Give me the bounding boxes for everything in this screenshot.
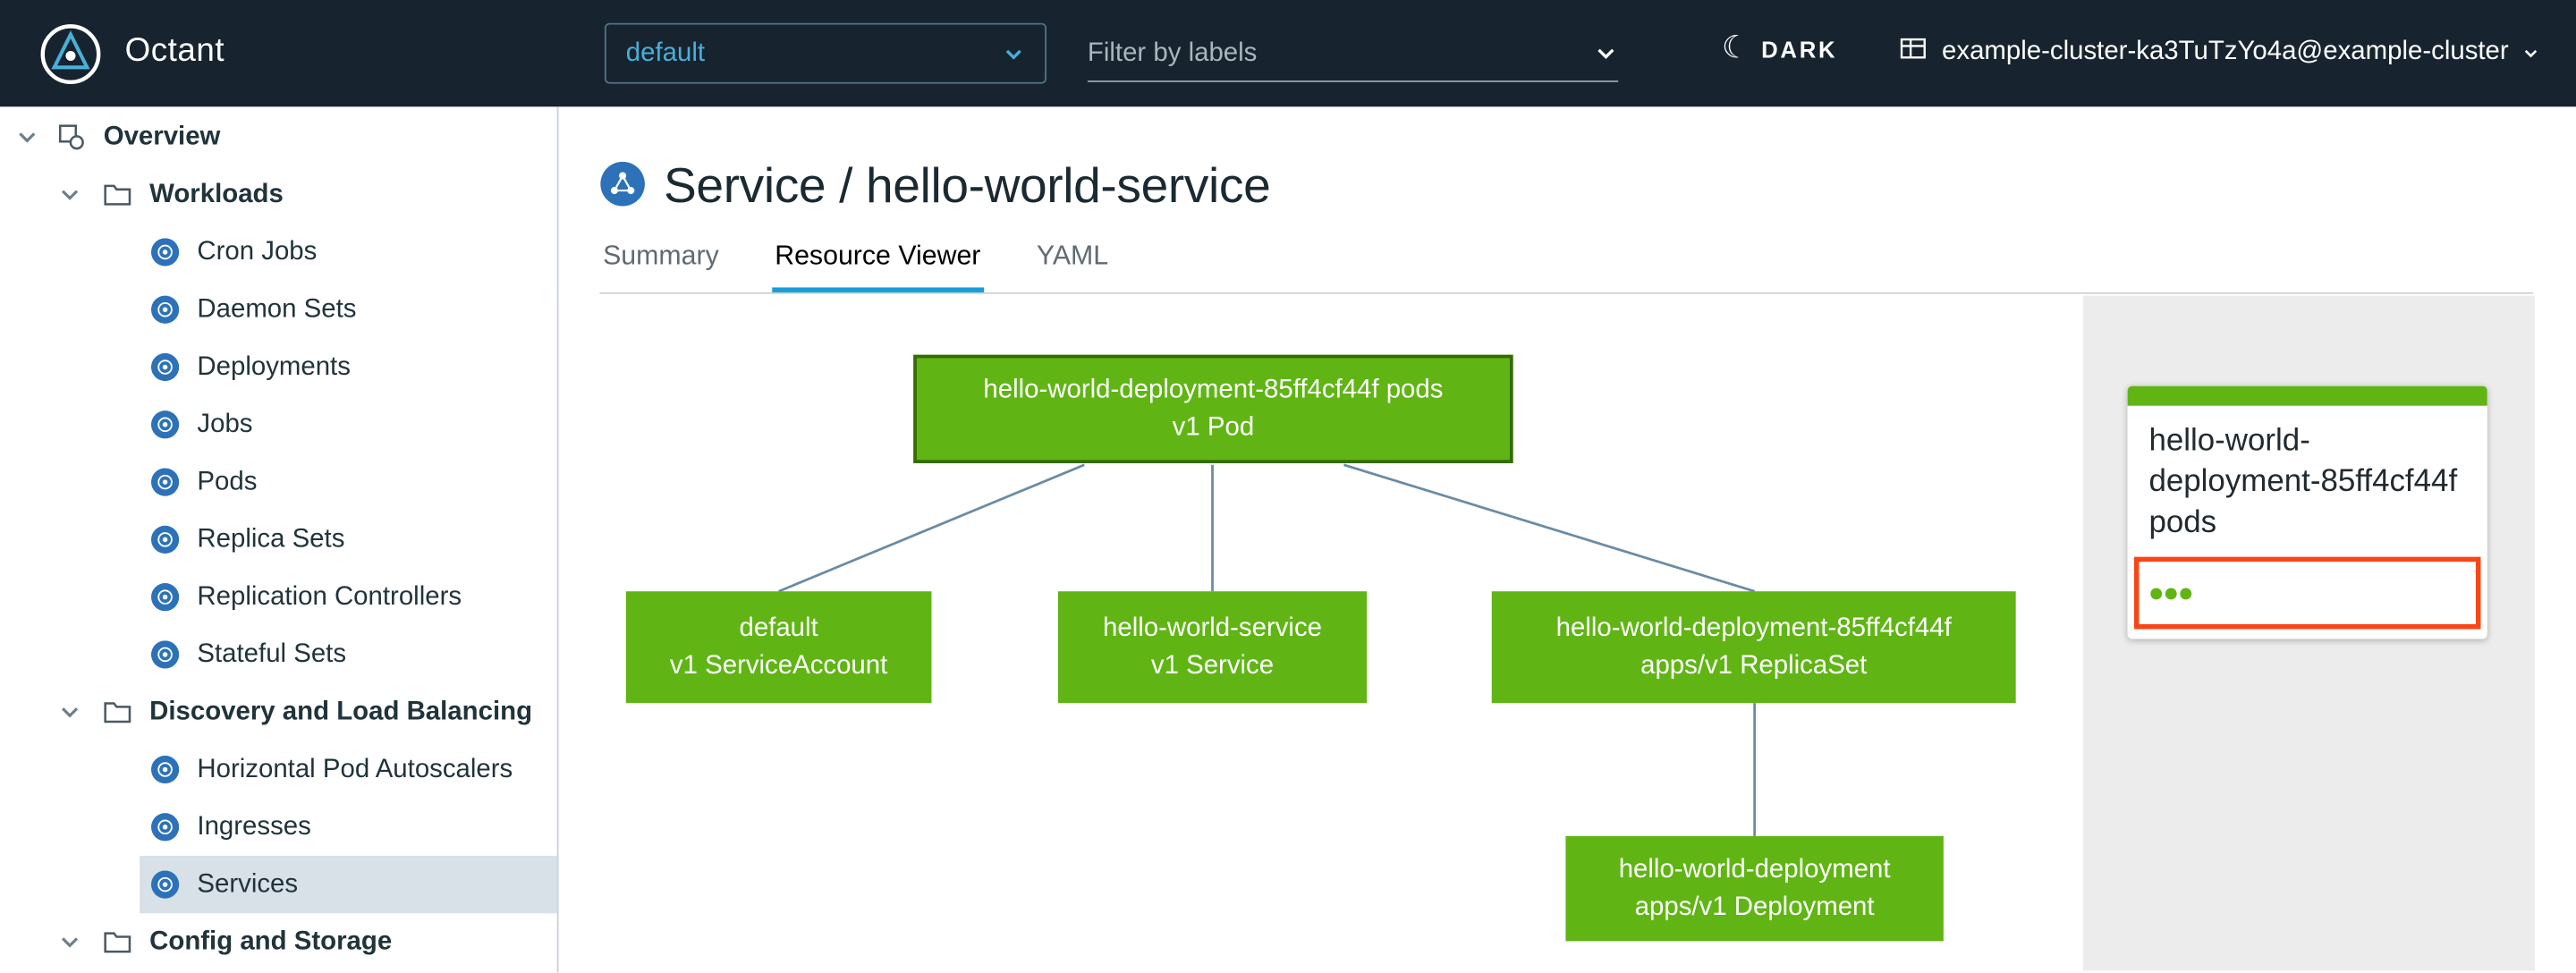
sidebar-item-label: Pods: [197, 467, 258, 495]
graph-node-deployment[interactable]: hello-world-deployment apps/v1 Deploymen…: [1565, 835, 1944, 942]
sidebar-item-deployments[interactable]: Deployments: [140, 338, 557, 395]
graph-node-kind: v1 Service: [1150, 652, 1275, 681]
theme-toggle-label: DARK: [1761, 35, 1838, 62]
folder-icon: [104, 699, 131, 724]
ingresses-icon: [150, 813, 180, 842]
sidebar-item-label: Discovery and Load Balancing: [149, 697, 533, 725]
sidebar-item-label: Services: [197, 869, 299, 898]
sidebar-item-label: Jobs: [197, 410, 253, 438]
graph-node-name: hello-world-deployment-85ff4cf44f pods: [983, 376, 1444, 404]
sidebar-item-label: Stateful Sets: [197, 639, 347, 668]
sidebar-item-label: Config and Storage: [149, 926, 393, 956]
namespace-dropdown[interactable]: default: [604, 22, 1046, 84]
card-status-strip: [2127, 385, 2487, 406]
pod-status-dot: [2180, 587, 2192, 599]
sidebar-item-overview[interactable]: Overview: [0, 108, 557, 165]
sidebar-item-label: Overview: [103, 122, 221, 151]
tab-summary[interactable]: Summary: [599, 241, 722, 292]
sidebar-group-workloads[interactable]: Workloads: [0, 166, 557, 224]
sidebar-item-pods[interactable]: Pods: [140, 453, 557, 511]
chevron-down-icon[interactable]: [59, 184, 80, 206]
folder-icon: [104, 930, 131, 955]
top-header: Octant default ☾ DARK example-: [0, 0, 2576, 107]
chevron-down-icon: [2521, 44, 2539, 62]
resource-viewer-canvas: hello-world-deployment-85ff4cf44f pods v…: [558, 293, 2576, 971]
chevron-down-icon: [1002, 42, 1025, 65]
graph-node-name: hello-world-deployment-85ff4cf44f: [1555, 613, 1952, 642]
tab-resource-viewer[interactable]: Resource Viewer: [771, 241, 985, 292]
sidebar-group-config-and-storage[interactable]: Config and Storage: [0, 913, 557, 970]
label-filter-input[interactable]: [1087, 38, 1594, 69]
tab-yaml[interactable]: YAML: [1033, 241, 1112, 292]
cluster-icon: [1897, 33, 1928, 72]
chevron-down-icon[interactable]: [59, 701, 80, 723]
chevron-down-icon[interactable]: [59, 931, 80, 952]
graph-node-service[interactable]: hello-world-service v1 Service: [1057, 591, 1368, 704]
octant-window: Octant default ☾ DARK example-: [0, 0, 2576, 973]
sidebar-item-label: Replication Controllers: [197, 582, 462, 611]
sidebar-item-jobs[interactable]: Jobs: [140, 396, 557, 453]
jobs-icon: [150, 410, 180, 439]
main-content: Service / hello-world-service Summary Re…: [558, 106, 2576, 973]
replica-sets-icon: [150, 525, 180, 554]
sidebar-item-ingresses[interactable]: Ingresses: [140, 799, 557, 856]
graph-node-name: hello-world-deployment: [1618, 855, 1891, 884]
graph-node-kind: v1 ServiceAccount: [669, 652, 888, 681]
sidebar-item-horizontal-pod-autoscalers[interactable]: Horizontal Pod Autoscalers: [140, 740, 557, 798]
folder-icon: [104, 182, 131, 207]
cluster-context-label: example-cluster-ka3TuTzYo4a@example-clus…: [1942, 38, 2509, 66]
graph-node-name: default: [739, 613, 818, 642]
graph-node-kind: apps/v1 Deployment: [1634, 893, 1875, 922]
sidebar-group-discovery-and-load-balancing[interactable]: Discovery and Load Balancing: [0, 683, 557, 740]
chevron-down-icon[interactable]: [16, 126, 38, 148]
replication-controllers-icon: [150, 583, 180, 612]
deployments-icon: [150, 352, 180, 382]
sidebar-item-cron-jobs[interactable]: Cron Jobs: [140, 224, 557, 281]
label-filter-combobox[interactable]: [1087, 26, 1619, 82]
page-title: Service / hello-world-service: [664, 159, 1271, 214]
services-icon: [150, 870, 180, 899]
sidebar-item-label: Replica Sets: [197, 524, 345, 554]
sidebar-item-label: Daemon Sets: [197, 294, 357, 323]
sidebar-item-label: Ingresses: [197, 812, 311, 841]
graph-node-pods[interactable]: hello-world-deployment-85ff4cf44f pods v…: [913, 354, 1513, 463]
graph-node-name: hello-world-service: [1103, 613, 1322, 642]
sidebar-item-label: Horizontal Pod Autoscalers: [197, 754, 513, 783]
card-title: hello-world-deployment-85ff4cf44f pods: [2148, 423, 2458, 541]
namespace-value: default: [625, 38, 706, 67]
pod-status-dot: [2150, 587, 2163, 599]
overview-icon: [57, 123, 85, 151]
sidebar-item-daemon-sets[interactable]: Daemon Sets: [140, 281, 557, 338]
stateful-sets-icon: [150, 640, 180, 669]
service-resource-icon: [599, 160, 645, 215]
sidebar-navigation: Overview Workloads Cron Jobs Daemon Sets…: [0, 106, 559, 973]
sidebar-item-replication-controllers[interactable]: Replication Controllers: [140, 569, 557, 626]
page-header: Service / hello-world-service: [599, 156, 2576, 218]
pods-icon: [150, 468, 180, 496]
sidebar-item-stateful-sets[interactable]: Stateful Sets: [140, 626, 557, 683]
graph-node-kind: apps/v1 ReplicaSet: [1640, 652, 1868, 681]
resource-tabs: Summary Resource Viewer YAML: [599, 241, 2576, 292]
sidebar-item-label: Deployments: [197, 351, 351, 381]
cluster-context-menu[interactable]: example-cluster-ka3TuTzYo4a@example-clus…: [1897, 33, 2539, 72]
graph-node-replicaset[interactable]: hello-world-deployment-85ff4cf44f apps/v…: [1491, 591, 2016, 704]
pod-status-selection-box[interactable]: [2133, 556, 2481, 630]
pod-status-dot: [2165, 587, 2177, 599]
octant-logo-icon: [39, 23, 102, 86]
daemon-sets-icon: [150, 295, 180, 324]
graph-node-serviceaccount[interactable]: default v1 ServiceAccount: [625, 591, 932, 704]
app-title: Octant: [124, 32, 225, 70]
chevron-down-icon[interactable]: [1594, 41, 1619, 66]
sidebar-item-services[interactable]: Services: [140, 855, 557, 914]
sidebar-item-label: Cron Jobs: [197, 237, 318, 266]
node-detail-panel: hello-world-deployment-85ff4cf44f pods: [2082, 295, 2536, 971]
moon-icon: ☾: [1721, 30, 1750, 66]
dark-theme-toggle[interactable]: ☾ DARK: [1722, 33, 1837, 64]
sidebar-item-label: Workloads: [149, 180, 284, 208]
horizontal-pod-autoscalers-icon: [150, 755, 180, 784]
sidebar-item-replica-sets[interactable]: Replica Sets: [140, 511, 557, 568]
selected-node-card[interactable]: hello-world-deployment-85ff4cf44f pods: [2127, 385, 2487, 639]
graph-node-kind: v1 Pod: [1172, 413, 1255, 443]
cron-jobs-icon: [150, 238, 180, 267]
